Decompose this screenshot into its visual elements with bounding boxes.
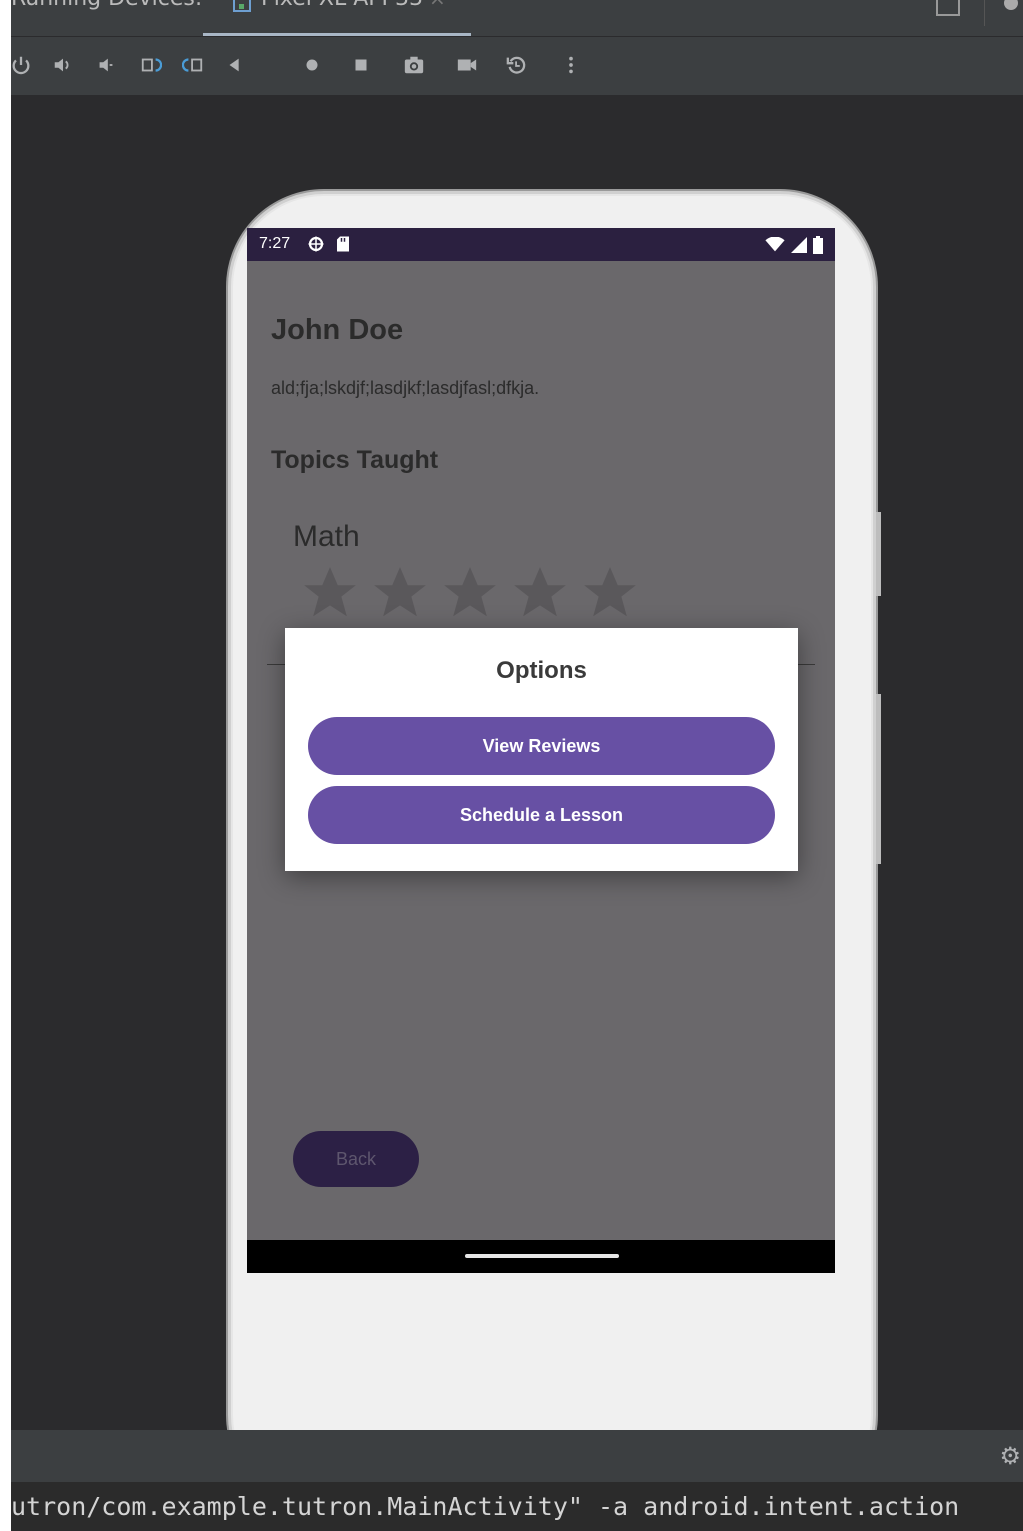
power-icon[interactable] [9,53,33,77]
rotate-left-icon[interactable] [139,53,163,77]
view-reviews-button[interactable]: View Reviews [308,717,775,775]
device-tab-label: Pixel XL API 33 [261,0,423,11]
topics-heading: Topics Taught [271,446,439,474]
star-icon[interactable] [507,562,573,624]
volume-keys[interactable] [876,694,881,864]
navigation-bar [247,1240,835,1273]
rotate-right-icon[interactable] [181,53,205,77]
star-icon[interactable] [367,562,433,624]
rating-bar[interactable] [297,562,643,624]
back-button[interactable]: Back [293,1131,419,1187]
divider [984,0,985,26]
snapshot-icon[interactable] [505,53,529,77]
status-bar: 7:27 [247,228,835,261]
signal-icon [791,237,807,253]
status-time: 7:27 [259,235,291,252]
system-icons [765,236,823,254]
star-icon[interactable] [437,562,503,624]
sd-card-icon [337,236,349,252]
tutor-bio: ald;fja;lskdjf;lasdjkf;lasdjfasl;dfkja. [271,378,540,398]
notification-icons [307,235,351,253]
ide-bottom-bar: ⚙ [11,1430,1023,1482]
console-line: utron/com.example.tutron.MainActivity" -… [11,1492,960,1521]
home-icon[interactable] [300,53,324,77]
volume-up-icon[interactable] [51,53,75,77]
device-icon [233,0,251,12]
dialog-title: Options [496,657,587,684]
star-icon[interactable] [297,562,363,624]
ide-tab-bar: Running Devices: Pixel XL API 33 × [11,0,1023,36]
wifi-icon [765,237,785,252]
screenshot-icon[interactable] [402,53,426,77]
gps-icon [308,236,324,252]
back-icon[interactable] [223,53,247,77]
emulator-toolbar [11,37,1023,95]
left-edge [0,0,11,1531]
gear-icon[interactable]: ⚙ [999,1442,1021,1470]
active-tab-indicator [203,33,471,36]
overview-icon[interactable] [349,53,373,77]
window-icon[interactable] [936,0,960,16]
volume-down-icon[interactable] [94,53,118,77]
panel-title: Running Devices: [11,0,202,11]
subject-name: Math [293,520,360,553]
schedule-lesson-button[interactable]: Schedule a Lesson [308,786,775,844]
tutor-name: John Doe [271,314,404,346]
star-icon[interactable] [577,562,643,624]
battery-icon [813,236,823,254]
device-screen[interactable]: 7:27 John Doe ald;fja;lskdjf;lasdjkf;las… [247,228,835,1273]
screen-record-icon[interactable] [455,53,479,77]
power-key[interactable] [876,512,881,596]
run-console: utron/com.example.tutron.MainActivity" -… [11,1482,1023,1531]
settings-icon[interactable] [1004,0,1018,10]
device-tab[interactable]: Pixel XL API 33 × [203,0,471,36]
more-icon[interactable] [559,53,583,77]
options-dialog: Options View Reviews Schedule a Lesson [285,628,798,871]
close-icon[interactable]: × [429,0,446,10]
home-gesture-handle[interactable] [465,1254,619,1258]
